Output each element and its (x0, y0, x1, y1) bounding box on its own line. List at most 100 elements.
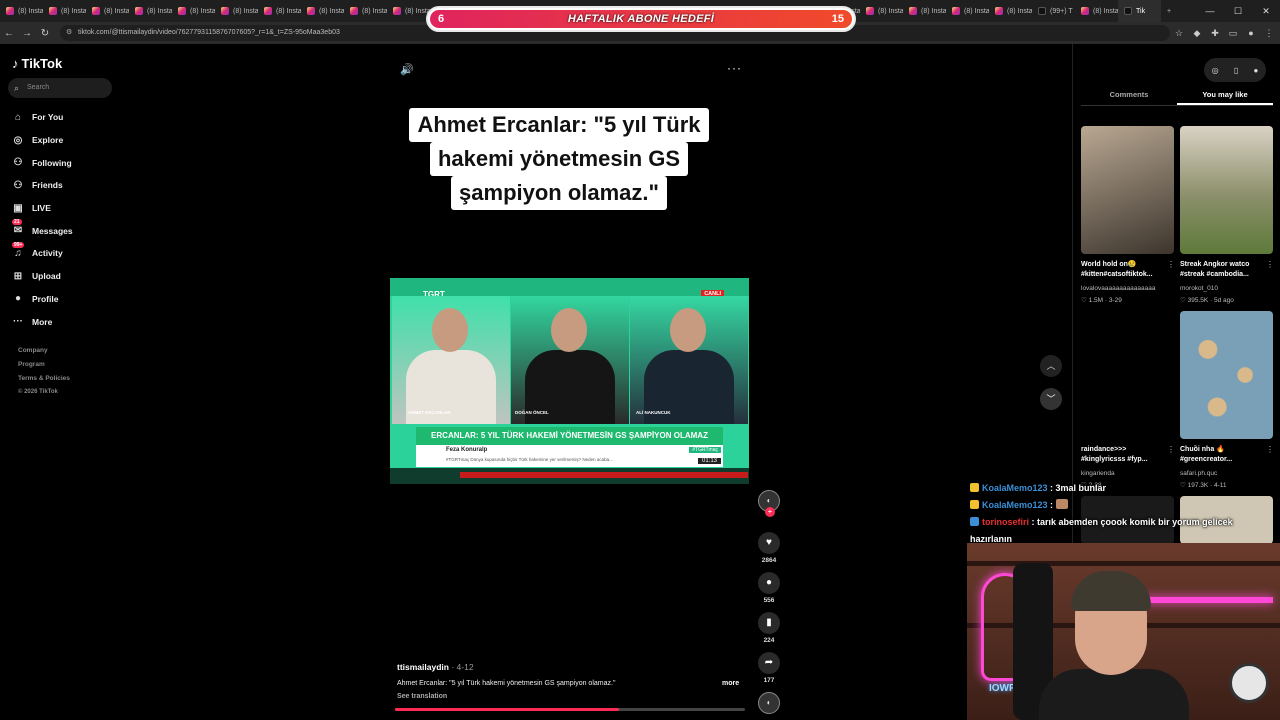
tiktok-logo[interactable]: ♪ TikTok (12, 56, 62, 71)
like-button[interactable]: ♥ 2864 (757, 532, 781, 572)
broadcast-clock: 01:13 (697, 458, 721, 464)
see-translation-link[interactable]: See translation (397, 693, 447, 700)
comment-button[interactable]: ● 556 (757, 572, 781, 612)
reload-icon[interactable]: ↻ (36, 28, 54, 39)
rec-stats: ♡ 1.5M · 3-29 (1081, 297, 1122, 304)
rec-title[interactable]: raindance>>> #kinglyricsss #fyp... (1081, 445, 1165, 465)
chat-text: : (1050, 500, 1054, 510)
video-progress-bar[interactable] (395, 708, 745, 711)
user-avatar[interactable]: ● (1254, 66, 1259, 75)
phone-icon[interactable]: ▯ (1234, 66, 1238, 75)
extensions-puzzle-icon[interactable]: ✚ (1206, 28, 1224, 39)
browser-tab[interactable]: (8) Insta (344, 0, 387, 22)
panelist-2 (511, 296, 629, 424)
rec-title[interactable]: Streak Angkor watco #streak #cambodia... (1180, 260, 1264, 280)
extension-icon[interactable]: ◆ (1188, 28, 1206, 39)
rec-author[interactable]: safari.ph.quc (1180, 470, 1217, 477)
save-button[interactable]: ▮ 224 (757, 612, 781, 652)
tab-label: (99+) T (1050, 7, 1073, 15)
comment-icon[interactable]: ● (758, 572, 780, 594)
new-tab-icon[interactable]: + (1161, 0, 1179, 22)
profile-icon[interactable]: ● (1242, 28, 1260, 38)
rec-author[interactable]: lovalovaaaaaaaaaaaaaaa (1081, 285, 1155, 292)
progress-fill (395, 708, 619, 711)
sidebar-item-more[interactable]: ··· More (10, 310, 73, 333)
compass-icon: ◎ (13, 134, 23, 146)
sidebar-item-upload[interactable]: ⊞ Upload (10, 265, 73, 288)
forward-icon[interactable]: → (18, 28, 36, 39)
rec-more-icon[interactable]: ⋮ (1167, 445, 1175, 454)
video-author[interactable]: ttismailaydin · 4-12 (397, 662, 474, 672)
browser-tab[interactable]: (8) Insta (301, 0, 344, 22)
browser-tab[interactable]: (8) Insta (1075, 0, 1118, 22)
rec-more-icon[interactable]: ⋮ (1266, 445, 1274, 454)
more-options-icon[interactable]: ··· (727, 61, 742, 75)
follow-plus-icon[interactable]: + (765, 507, 775, 517)
previous-video-button[interactable]: ︿ (1040, 355, 1062, 377)
browser-tab[interactable]: (8) Insta (258, 0, 301, 22)
sidebar-item-for-you[interactable]: ⌂ For You (10, 106, 73, 129)
browser-tab[interactable]: Tik (1118, 0, 1161, 22)
browser-tab[interactable]: (8) Insta (903, 0, 946, 22)
instagram-favicon-icon (350, 7, 358, 15)
more-link[interactable]: more (722, 680, 739, 687)
chat-message: KoalaMemo123 : (970, 497, 1270, 514)
sidebar-item-activity[interactable]: ♫ 99+ Activity (10, 242, 73, 265)
minimize-icon[interactable]: — (1196, 0, 1224, 22)
sidebar-item-messages[interactable]: ✉ 21 Messages (10, 219, 73, 242)
close-icon[interactable]: ✕ (1252, 0, 1280, 22)
browser-tab[interactable]: (8) Insta (43, 0, 86, 22)
terms-link[interactable]: Terms & Policies (18, 375, 70, 389)
browser-tab[interactable]: (8) Insta (387, 0, 430, 22)
rec-author[interactable]: kingarienda (1081, 470, 1115, 477)
sidebar-item-profile[interactable]: ● Profile (10, 288, 73, 311)
company-link[interactable]: Company (18, 347, 70, 361)
creator-avatar[interactable]: ◐ + (758, 490, 780, 517)
video-player[interactable]: TGRT CANLI AHMET ERCANLAR DOĞAN ÖNCEL AL… (390, 278, 749, 484)
menu-kebab-icon[interactable]: ⋮ (1260, 28, 1278, 39)
next-video-button[interactable]: ﹀ (1040, 388, 1062, 410)
maximize-icon[interactable]: ☐ (1224, 0, 1252, 22)
browser-tab[interactable]: (8) Insta (0, 0, 43, 22)
browser-tab[interactable]: (8) Insta (215, 0, 258, 22)
bookmark-icon[interactable]: ▮ (758, 612, 780, 634)
recommended-thumbnail[interactable] (1081, 126, 1174, 254)
sidebar-item-friends[interactable]: ⚇ Friends (10, 174, 73, 197)
back-icon[interactable]: ← (0, 28, 18, 39)
rec-title[interactable]: World hold on😢 #kitten#catsoftiktok... (1081, 260, 1165, 280)
rec-title[interactable]: Chuồi nha 🔥 #greencreator... (1180, 445, 1264, 465)
tab-comments[interactable]: Comments (1081, 86, 1177, 105)
browser-tab[interactable]: (99+) T (1032, 0, 1075, 22)
sidebar-item-live[interactable]: ▣ LIVE (10, 197, 73, 220)
search-input[interactable]: ⌕ Search (8, 78, 112, 98)
program-link[interactable]: Program (18, 361, 70, 375)
author-handle[interactable]: ttismailaydin (397, 662, 449, 672)
browser-tab[interactable]: (8) Insta (86, 0, 129, 22)
sidebar-item-following[interactable]: ⚇ Following (10, 151, 73, 174)
recommended-thumbnail[interactable] (1081, 311, 1174, 439)
panelist-head (551, 308, 587, 352)
browser-tab[interactable]: (8) Insta (860, 0, 903, 22)
volume-icon[interactable]: 🔊 (400, 63, 414, 76)
cast-icon[interactable]: ▭ (1224, 28, 1242, 39)
rec-more-icon[interactable]: ⋮ (1167, 260, 1175, 269)
tab-label: (8) Insta (319, 7, 344, 15)
share-button[interactable]: ➦ 177 (757, 652, 781, 692)
share-arrow-icon[interactable]: ➦ (758, 652, 780, 674)
sound-disc-icon[interactable]: ◐ (758, 692, 780, 714)
compass-icon[interactable]: ◎ (1212, 66, 1219, 75)
bookmark-star-icon[interactable]: ☆ (1170, 28, 1188, 39)
heart-icon[interactable]: ♥ (758, 532, 780, 554)
chat-username: torinosefiri (982, 517, 1030, 527)
tab-you-may-like[interactable]: You may like (1177, 86, 1273, 105)
recommended-thumbnail[interactable] (1180, 126, 1273, 254)
browser-tab[interactable]: (8) Insta (129, 0, 172, 22)
browser-tab[interactable]: (8) Insta (989, 0, 1032, 22)
site-info-icon[interactable]: ⚙ (66, 25, 72, 41)
browser-tab[interactable]: (8) Insta (946, 0, 989, 22)
recommended-thumbnail[interactable] (1180, 311, 1273, 439)
browser-tab[interactable]: (8) Insta (172, 0, 215, 22)
rec-author[interactable]: morokot_010 (1180, 285, 1218, 292)
rec-more-icon[interactable]: ⋮ (1266, 260, 1274, 269)
sidebar-item-explore[interactable]: ◎ Explore (10, 129, 73, 152)
